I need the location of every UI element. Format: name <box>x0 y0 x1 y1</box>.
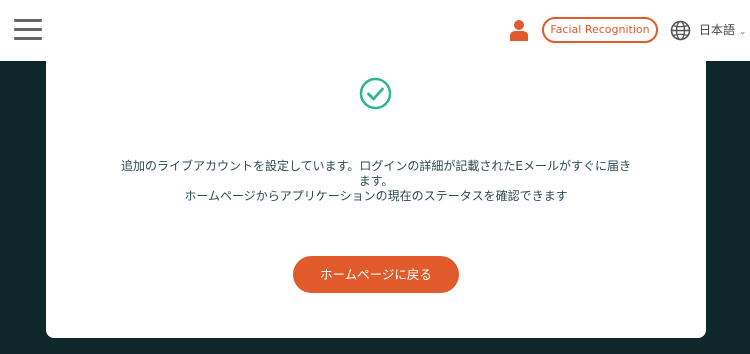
return-home-button[interactable]: ホームページに戻る <box>293 256 459 293</box>
hamburger-menu-icon[interactable] <box>14 19 42 41</box>
message-line: 追加のライブアカウントを設定しています。ログインの詳細が記載されたEメールがすぐ… <box>120 159 632 173</box>
facial-recognition-button[interactable]: Facial Recognition <box>542 17 658 43</box>
check-circle-icon <box>359 77 392 110</box>
language-label: 日本語 <box>699 23 736 37</box>
message-line: ホームページからアプリケーションの現在のステータスを確認できます <box>184 189 568 203</box>
confirmation-message: 追加のライブアカウントを設定しています。ログインの詳細が記載されたEメールがすぐ… <box>86 159 666 204</box>
language-selector[interactable]: 日本語 ⌄ <box>699 21 747 38</box>
confirmation-card: 追加のライブアカウントを設定しています。ログインの詳細が記載されたEメールがすぐ… <box>46 61 706 338</box>
user-icon[interactable] <box>509 19 529 41</box>
chevron-down-icon: ⌄ <box>739 27 747 37</box>
top-bar: Facial Recognition 日本語 ⌄ <box>0 0 750 61</box>
globe-icon[interactable] <box>670 20 691 41</box>
message-line: ます。 <box>358 174 394 188</box>
